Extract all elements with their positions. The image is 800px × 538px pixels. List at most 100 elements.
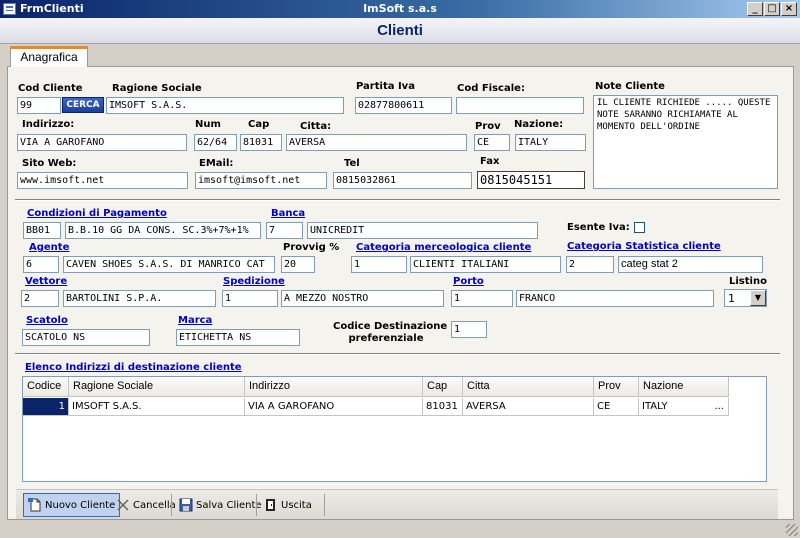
col-header-nazione[interactable]: Nazione [639,377,729,397]
bottom-toolbar: Nuovo Cliente Cancella Salva Cliente Usc… [16,489,778,519]
condizioni-pagamento-code-input[interactable]: BB01 [23,222,61,239]
col-header-codice[interactable]: Codice [23,377,69,397]
banca-code-input[interactable]: 7 [266,222,303,239]
vettore-code-input[interactable]: 2 [21,290,59,307]
porto-desc-input[interactable]: FRANCO [516,290,714,307]
citta-input[interactable]: AVERSA [286,134,467,151]
cat-merceologica-desc-input[interactable]: CLIENTI ITALIANI [410,256,561,273]
fax-input[interactable]: 0815045151 [477,171,585,189]
agente-link[interactable]: Agente [29,242,69,253]
save-disk-icon [179,498,193,512]
cat-statistica-link[interactable]: Categoria Statistica cliente [567,241,721,252]
col-header-indirizzo[interactable]: Indirizzo [245,377,423,397]
scatolo-input[interactable]: SCATOLO NS [22,329,150,346]
fax-label: Fax [480,156,500,167]
listino-label: Listino [729,276,767,287]
cell-ragione-sociale[interactable]: IMSOFT S.A.S. [69,398,245,416]
cell-nazione[interactable]: ITALY ... [639,398,729,416]
codice-fiscale-input[interactable] [456,97,584,114]
email-label: EMail: [199,158,234,169]
tab-anagrafica[interactable]: Anagrafica [10,46,88,67]
tel-label: Tel [344,158,360,169]
spedizione-code-input[interactable]: 1 [222,290,278,307]
cell-indirizzo[interactable]: VIA A GAROFANO [245,398,423,416]
close-button[interactable]: × [781,2,797,16]
prov-label: Prov [475,121,501,132]
listino-selected-value: 1 [728,292,735,305]
resize-grip[interactable] [786,524,798,536]
listino-dropdown[interactable]: 1 ▼ [724,289,767,307]
grid-header: Codice Ragione Sociale Indirizzo Cap Cit… [23,377,729,397]
vettore-link[interactable]: Vettore [25,276,67,287]
cod-cliente-input[interactable]: 99 [17,97,61,114]
ragione-sociale-input[interactable]: IMSOFT S.A.S. [106,97,344,114]
cerca-button[interactable]: CERCA [62,97,104,113]
codice-destinazione-label: Codice Destinazione [333,321,448,332]
email-input[interactable]: imsoft@imsoft.net [195,172,327,189]
cell-ellipsis-button[interactable]: ... [714,398,724,415]
porto-link[interactable]: Porto [453,276,484,287]
minimize-button[interactable]: _ [747,2,763,16]
condizioni-pagamento-link[interactable]: Condizioni di Pagamento [27,208,167,219]
indirizzo-label: Indirizzo: [22,119,75,130]
col-header-prov[interactable]: Prov [594,377,639,397]
scatolo-link[interactable]: Scatolo [26,315,68,326]
condizioni-pagamento-desc-input[interactable]: B.B.10 GG DA CONS. SC.3%+7%+1% [65,222,261,239]
sito-web-input[interactable]: www.imsoft.net [17,172,188,189]
form-header: Clienti [0,18,800,44]
indirizzo-input[interactable]: VIA A GAROFANO [17,134,187,151]
provvig-label: Provvig % [283,242,340,253]
nazione-input[interactable]: ITALY [515,134,586,151]
section-divider [15,199,780,201]
citta-label: Citta: [300,121,332,132]
note-cliente-label: Note Cliente [595,81,665,92]
toolbar-separator [324,494,325,516]
partita-iva-label: Partita Iva [356,81,415,92]
maximize-button[interactable]: □ [764,2,780,16]
prov-input[interactable]: CE [474,134,510,151]
agente-code-input[interactable]: 6 [23,256,59,273]
porto-code-input[interactable]: 1 [451,290,513,307]
cat-merceologica-link[interactable]: Categoria merceologica cliente [356,242,531,253]
provvig-input[interactable]: 20 [281,256,315,273]
col-header-cap[interactable]: Cap [423,377,463,397]
tel-input[interactable]: 0815032861 [333,172,472,189]
cap-input[interactable]: 81031 [240,134,282,151]
destinazioni-grid[interactable]: Codice Ragione Sociale Indirizzo Cap Cit… [22,376,767,482]
window-titlebar[interactable]: FrmClienti ImSoft s.a.s _ □ × [0,0,800,18]
marca-link[interactable]: Marca [178,315,212,326]
cat-merceologica-code-input[interactable]: 1 [351,256,407,273]
spedizione-desc-input[interactable]: A MEZZO NOSTRO [281,290,444,307]
cat-statistica-desc-input[interactable]: categ stat 2 [618,256,763,273]
destinazioni-title-link[interactable]: Elenco Indirizzi di destinazione cliente [25,362,242,373]
esente-iva-checkbox[interactable] [634,222,645,233]
col-header-ragione-sociale[interactable]: Ragione Sociale [69,377,245,397]
company-name: ImSoft s.a.s [363,2,437,15]
uscita-label: Uscita [281,499,312,511]
table-row[interactable]: 1 IMSOFT S.A.S. VIA A GAROFANO 81031 AVE… [23,398,729,416]
esente-iva-label: Esente Iva: [567,222,630,233]
cancella-button[interactable]: Cancella [112,493,180,517]
agente-desc-input[interactable]: CAVEN SHOES S.A.S. DI MANRICO CAT [63,256,275,273]
cell-prov[interactable]: CE [594,398,639,416]
banca-desc-input[interactable]: UNICREDIT [307,222,538,239]
cell-nazione-value: ITALY [642,401,668,412]
note-cliente-textarea[interactable]: IL CLIENTE RICHIEDE ..... QUESTE NOTE SA… [593,95,778,189]
nuovo-cliente-button[interactable]: Nuovo Cliente [23,493,121,517]
salva-cliente-button[interactable]: Salva Cliente [175,493,266,517]
cell-citta[interactable]: AVERSA [463,398,594,416]
spedizione-link[interactable]: Spedizione [223,276,285,287]
partita-iva-input[interactable]: 02877800611 [355,97,452,114]
codice-destinazione-input[interactable]: 1 [451,321,487,338]
num-input[interactable]: 62/64 [194,134,237,151]
cat-statistica-code-input[interactable]: 2 [566,256,614,273]
cell-codice[interactable]: 1 [23,398,69,416]
marca-input[interactable]: ETICHETTA NS [176,329,300,346]
chevron-down-icon[interactable]: ▼ [750,290,766,306]
vettore-desc-input[interactable]: BARTOLINI S.P.A. [63,290,216,307]
banca-link[interactable]: Banca [271,208,305,219]
col-header-citta[interactable]: Citta [463,377,594,397]
uscita-button[interactable]: Uscita [260,493,316,517]
toolbar-separator [256,494,257,516]
cell-cap[interactable]: 81031 [423,398,463,416]
